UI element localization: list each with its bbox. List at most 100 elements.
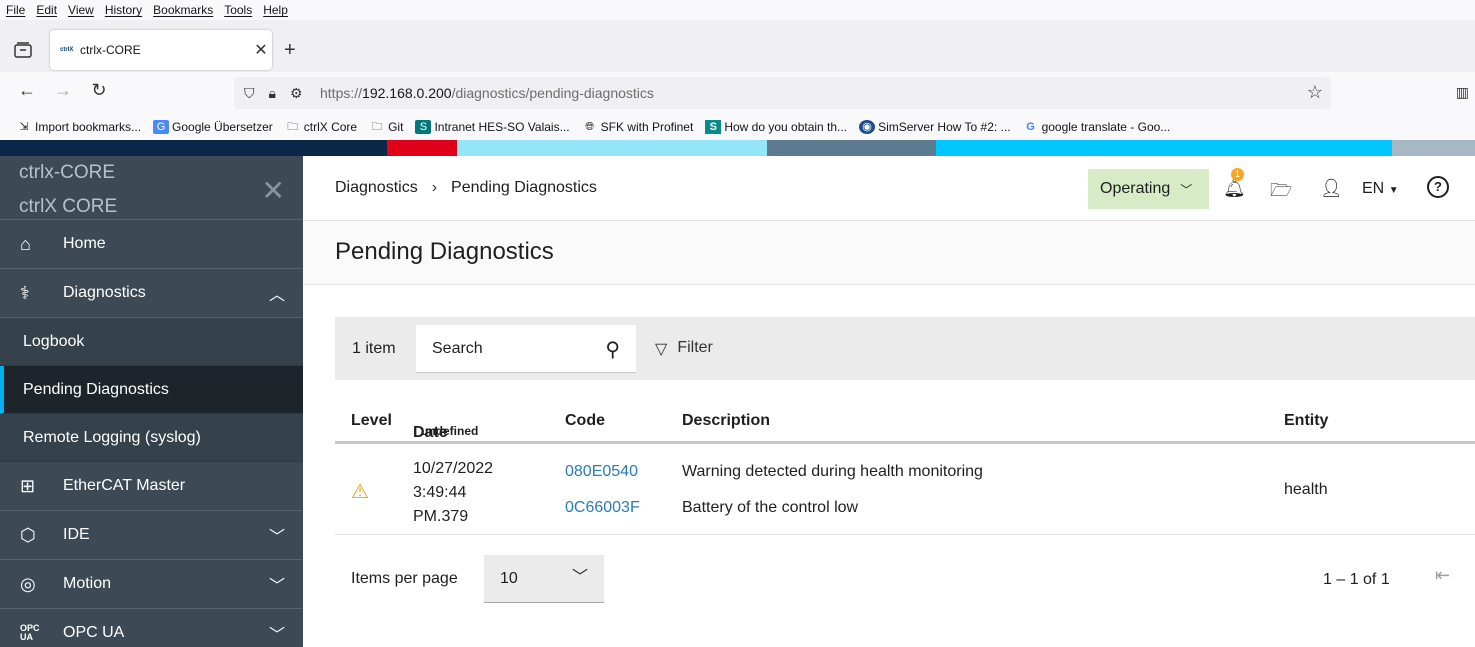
chevron-up-icon[interactable]: ︿: [269, 281, 285, 305]
bookmark-item[interactable]: Ggoogle translate - Goo...: [1023, 120, 1170, 134]
filter-label: Filter: [677, 339, 713, 356]
column-description[interactable]: Description: [682, 412, 770, 430]
sidebar-item-pending-diagnostics[interactable]: Pending Diagnostics: [0, 366, 303, 414]
row-description: Battery of the control low: [682, 499, 859, 516]
bookmark-item[interactable]: ⇲ Import bookmarks...: [16, 120, 141, 134]
device-type: ctrlX CORE: [19, 196, 118, 217]
browser-tab[interactable]: ctrlX ctrlx-CORE ✕: [50, 30, 272, 70]
column-entity[interactable]: Entity: [1284, 412, 1328, 430]
bell-icon[interactable]: 🔔︎: [1223, 178, 1246, 199]
chevron-down-icon: ﹀: [1180, 182, 1193, 197]
bookmark-item[interactable]: 🌐︎ SFK with Profinet: [582, 120, 693, 134]
sidebar-item-home[interactable]: ⌂ Home: [0, 220, 303, 269]
menu-tools[interactable]: Tools: [224, 3, 252, 17]
stripe-segment: [387, 140, 457, 156]
bookmarks-bar: ⇲ Import bookmarks... G Google Übersetzer …: [0, 114, 1475, 140]
menu-view[interactable]: View: [68, 3, 94, 17]
tab-list-icon[interactable]: [14, 42, 32, 58]
search-icon[interactable]: ⚲: [605, 337, 620, 362]
new-tab-icon[interactable]: +: [284, 39, 296, 62]
table-toolbar: 1 item ⚲ ▽ Filter: [335, 317, 1475, 380]
caret-down-icon: ▼: [1388, 185, 1399, 196]
tab-title: ctrlx-CORE: [80, 43, 141, 57]
lock-warning-icon[interactable]: 🔒︎: [269, 85, 276, 102]
page-range: 1 – 1 of 1: [1323, 571, 1390, 588]
sidebar-item-ide[interactable]: ⬡ IDE ﹀: [0, 511, 303, 560]
operating-state-button[interactable]: Operating ﹀: [1088, 169, 1209, 209]
code-link[interactable]: 080E0540: [565, 463, 638, 481]
sidebar-item-opc-ua[interactable]: OPC UA OPC UA ﹀: [0, 609, 303, 647]
row-date: 10/27/2022 3:49:44 PM.379: [413, 460, 494, 525]
items-per-page-select[interactable]: 10 ﹀: [484, 555, 604, 603]
first-page-icon[interactable]: ⇤: [1435, 565, 1450, 586]
navigation-bar: ← → ↻ ⛉ 🔒︎ ⚙︎ https://192.168.0.200/diag…: [0, 72, 1475, 114]
sidebar: ctrlx-CORE ctrlX CORE ✕ ⌂ Home ⚕ Diagnos…: [0, 156, 303, 647]
page-title-bar: Pending Diagnostics: [303, 221, 1475, 285]
column-code[interactable]: Code: [565, 412, 605, 430]
user-icon[interactable]: 👤︎: [1320, 178, 1343, 199]
bookmark-item[interactable]: S How do you obtain th...: [705, 120, 847, 134]
sidebar-item-diagnostics[interactable]: ⚕ Diagnostics ︿: [0, 269, 303, 318]
sidebar-item-motion[interactable]: ◎ Motion ﹀: [0, 560, 303, 609]
sidebar-item-label: OPC UA: [63, 624, 125, 641]
url-text[interactable]: https://192.168.0.200/diagnostics/pendin…: [320, 85, 654, 101]
chevron-down-icon[interactable]: ﹀: [269, 621, 285, 645]
sidebar-item-ethercat-master[interactable]: ⊞ EtherCAT Master: [0, 462, 303, 511]
chevron-down-icon[interactable]: ﹀: [269, 572, 285, 596]
app-header: Diagnostics › Pending Diagnostics Operat…: [303, 156, 1475, 221]
motion-icon: ◎: [20, 573, 36, 594]
close-tab-icon[interactable]: ✕: [250, 40, 272, 60]
package-icon: ⬡: [20, 524, 36, 545]
chevron-down-icon[interactable]: ﹀: [269, 523, 285, 547]
breadcrumb-diagnostics[interactable]: Diagnostics: [335, 179, 418, 197]
back-icon[interactable]: ←: [15, 80, 39, 101]
forward-icon[interactable]: →: [51, 80, 75, 101]
bookmark-item[interactable]: 🗀︎ Git: [369, 120, 404, 134]
stripe-segment: [457, 140, 767, 156]
row-entity: health: [1284, 481, 1328, 498]
close-sidebar-icon[interactable]: ✕: [262, 174, 285, 207]
bookmark-item[interactable]: S Intranet HES-SO Valais...: [415, 120, 570, 134]
filter-button[interactable]: ▽ Filter: [655, 339, 713, 359]
stripe-segment: [767, 140, 936, 156]
sidebar-header: ctrlx-CORE ctrlX CORE ✕: [0, 156, 303, 220]
menu-file[interactable]: File: [6, 3, 25, 17]
network-icon: ⊞: [20, 475, 36, 496]
filter-icon: ▽: [655, 341, 668, 358]
table-row[interactable]: ⚠ 10/27/2022 3:49:44 PM.379 080E0540 0C6…: [335, 447, 1475, 535]
sidebar-item-label: IDE: [63, 526, 90, 543]
globe-icon: 🌐︎: [585, 121, 595, 133]
device-name: ctrlx-CORE: [19, 162, 116, 183]
url-bar[interactable]: ⛉ 🔒︎ ⚙︎ https://192.168.0.200/diagnostic…: [234, 77, 1331, 109]
breadcrumb: Diagnostics › Pending Diagnostics: [335, 179, 597, 197]
sidebar-toggle-icon[interactable]: ▥: [1456, 84, 1469, 101]
folder-icon: 🗀︎: [287, 121, 299, 133]
menu-help[interactable]: Help: [263, 3, 288, 17]
sidebar-item-logbook[interactable]: Logbook: [0, 318, 303, 366]
menu-history[interactable]: History: [105, 3, 142, 17]
search-input[interactable]: [416, 325, 596, 373]
search-box: ⚲: [416, 325, 636, 373]
sidebar-item-label: Motion: [63, 575, 112, 592]
bookmark-star-icon[interactable]: ☆: [1307, 82, 1323, 103]
shield-icon[interactable]: ⛉: [244, 85, 255, 102]
bookmark-item[interactable]: ◉ SimServer How To #2: ...: [859, 120, 1011, 134]
column-level[interactable]: Level: [351, 412, 392, 430]
breadcrumb-current: Pending Diagnostics: [451, 179, 597, 196]
code-link[interactable]: 0C66003F: [565, 499, 640, 517]
folder-icon[interactable]: 🗁︎: [1270, 178, 1292, 208]
menu-bookmarks[interactable]: Bookmarks: [153, 3, 213, 17]
help-icon[interactable]: ?: [1427, 176, 1449, 198]
google-translate-icon: G: [153, 120, 170, 134]
bookmark-item[interactable]: G Google Übersetzer: [153, 120, 273, 134]
menu-edit[interactable]: Edit: [36, 3, 57, 17]
items-per-page-value: 10: [500, 570, 518, 587]
stripe-segment: [936, 140, 1392, 156]
table-header: Level Date undefined Code Description Ent…: [335, 400, 1475, 444]
sidebar-item-remote-logging[interactable]: Remote Logging (syslog): [0, 414, 303, 462]
permissions-icon[interactable]: ⚙︎: [290, 85, 303, 102]
reload-icon[interactable]: ↻: [87, 80, 111, 101]
language-select[interactable]: EN ▼: [1362, 180, 1399, 198]
bookmark-item[interactable]: 🗀︎ ctrlX Core: [285, 120, 357, 134]
stripe-segment: [1392, 140, 1475, 156]
